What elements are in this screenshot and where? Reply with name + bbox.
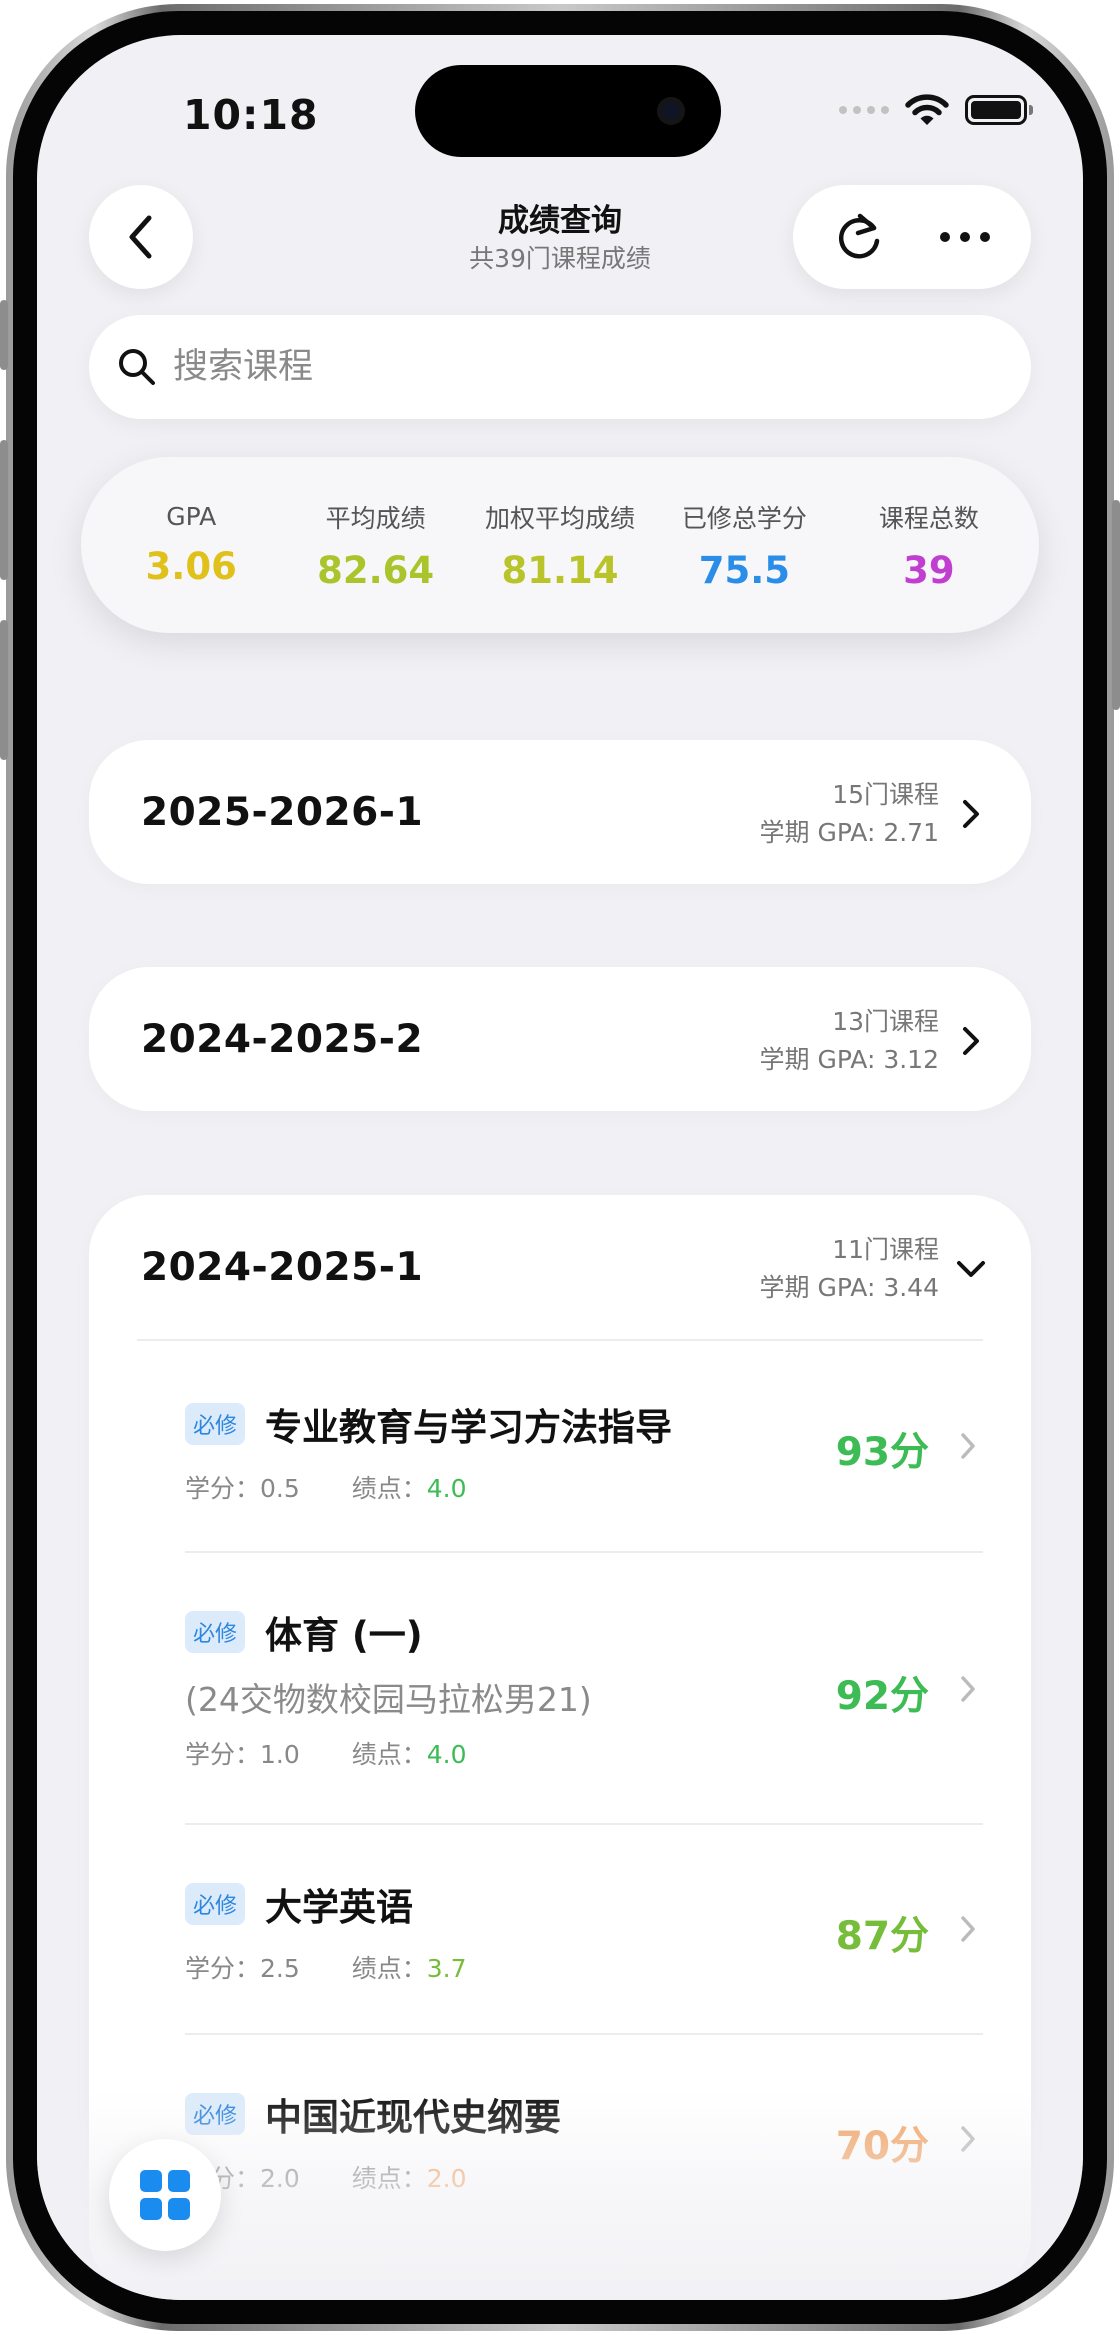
grade-point-value: 4.0 (426, 1740, 467, 1769)
credit-value: 0.5 (260, 1474, 300, 1503)
semester-header[interactable]: 2024-2025-2 13门课程 学期 GPA: 3.12 (89, 967, 1031, 1113)
stat-value: 75.5 (698, 548, 791, 592)
cellular-signal-icon (839, 106, 889, 114)
power-button (1112, 500, 1120, 710)
stat-label: GPA (166, 502, 217, 531)
course-row[interactable]: 必修 体育 (一) (24交物数校园马拉松男21) 学分：1.0 绩点：4.0 … (185, 1553, 983, 1825)
course-score: 92分 (835, 1674, 929, 1719)
stat-weighted-average: 加权平均成绩 81.14 (468, 499, 652, 592)
phone-bezel: 10:18 成绩查询 共39门课程成绩 搜索课程 GPA 3.06 平均成绩 8… (13, 11, 1107, 2324)
chevron-right-icon (953, 1426, 983, 1466)
refresh-icon (838, 213, 879, 259)
stat-value: 81.14 (501, 548, 619, 592)
grade-point-value: 2.0 (426, 2164, 467, 2193)
course-type-badge: 必修 (185, 1403, 246, 1445)
credit-value: 2.5 (260, 1954, 300, 1983)
chevron-right-icon (951, 794, 991, 834)
semester-name: 2025-2026-1 (141, 790, 424, 835)
semester-meta: 15门课程 学期 GPA: 2.71 (760, 776, 940, 852)
semester-course-count: 13门课程 (832, 1007, 939, 1036)
course-name: 大学英语 (265, 1886, 414, 1929)
refresh-button[interactable] (818, 195, 902, 279)
credit-value: 2.0 (260, 2164, 300, 2193)
stat-value: 39 (903, 548, 955, 592)
semester-name: 2024-2025-2 (141, 1017, 424, 1062)
battery-icon (965, 95, 1033, 125)
stat-total-credits: 已修总学分 75.5 (652, 499, 836, 592)
phone-frame: 10:18 成绩查询 共39门课程成绩 搜索课程 GPA 3.06 平均成绩 8… (6, 4, 1114, 2331)
stat-label: 已修总学分 (681, 503, 807, 533)
app-screen: 10:18 成绩查询 共39门课程成绩 搜索课程 GPA 3.06 平均成绩 8… (37, 35, 1083, 2300)
credit-value: 1.0 (260, 1740, 300, 1769)
wifi-icon (905, 94, 949, 125)
semester-gpa: 学期 GPA: 3.44 (759, 1273, 940, 1302)
course-meta: 学分：1.0 绩点：4.0 (185, 1735, 983, 1771)
course-row[interactable]: 必修 专业教育与学习方法指导 学分：0.5 绩点：4.0 93分 (185, 1341, 983, 1553)
semester-card[interactable]: 2024-2025-2 13门课程 学期 GPA: 3.12 (89, 967, 1031, 1111)
grade-point-label: 绩点： (351, 1740, 427, 1769)
camera-icon (657, 97, 685, 125)
semester-meta: 11门课程 学期 GPA: 3.44 (760, 1231, 940, 1307)
stats-summary: GPA 3.06 平均成绩 82.64 加权平均成绩 81.14 已修总学分 7… (81, 457, 1039, 633)
semester-gpa: 学期 GPA: 2.71 (759, 818, 940, 847)
status-icons (839, 93, 1033, 127)
course-type-badge: 必修 (185, 1883, 246, 1925)
grade-point-value: 3.7 (426, 1954, 467, 1983)
chevron-down-icon (951, 1249, 991, 1289)
semester-meta: 13门课程 学期 GPA: 3.12 (760, 1003, 940, 1079)
course-row[interactable]: 必修 大学英语 学分：2.5 绩点：3.7 87分 (185, 1825, 983, 2035)
volume-down-button (0, 620, 8, 760)
grade-point-value: 4.0 (426, 1474, 467, 1503)
grid-icon (140, 2170, 190, 2220)
stat-value: 82.64 (317, 548, 435, 592)
semester-course-count: 15门课程 (832, 780, 939, 809)
stat-label: 课程总数 (878, 503, 979, 533)
grade-point-label: 绩点： (351, 2164, 427, 2193)
semester-header[interactable]: 2025-2026-1 15门课程 学期 GPA: 2.71 (89, 740, 1031, 886)
ellipsis-icon (939, 232, 990, 242)
stat-label: 加权平均成绩 (485, 503, 636, 533)
grid-menu-button[interactable] (109, 2139, 221, 2251)
semester-header[interactable]: 2024-2025-1 11门课程 学期 GPA: 3.44 (89, 1195, 1031, 1339)
search-input[interactable] (173, 347, 933, 387)
course-type-badge: 必修 (185, 1611, 246, 1653)
silent-switch (0, 300, 8, 370)
semester-card[interactable]: 2025-2026-1 15门课程 学期 GPA: 2.71 (89, 740, 1031, 884)
semester-gpa: 学期 GPA: 3.12 (759, 1045, 940, 1074)
course-score: 70分 (835, 2124, 929, 2169)
chevron-right-icon (953, 1909, 983, 1949)
more-button[interactable] (923, 195, 1007, 279)
stat-average-score: 平均成绩 82.64 (283, 499, 467, 592)
credit-label: 学分： (185, 1954, 261, 1983)
course-name: 体育 (一) (265, 1614, 423, 1657)
dynamic-island (415, 65, 721, 157)
stat-course-count: 课程总数 39 (837, 499, 1021, 592)
search-icon (119, 349, 155, 385)
credit-label: 学分： (185, 1474, 261, 1503)
course-score: 87分 (835, 1914, 929, 1959)
grade-point-label: 绩点： (351, 1474, 427, 1503)
status-time: 10:18 (183, 91, 319, 139)
semester-course-count: 11门课程 (832, 1235, 939, 1264)
credit-label: 学分： (185, 1740, 261, 1769)
semester-card-expanded: 2024-2025-1 11门课程 学期 GPA: 3.44 必修 专业教育与学… (89, 1195, 1031, 2295)
nav-action-group (793, 185, 1031, 289)
course-name: 中国近现代史纲要 (265, 2096, 562, 2139)
course-type-badge: 必修 (185, 2093, 246, 2135)
course-score: 93分 (835, 1430, 929, 1475)
grade-point-label: 绩点： (351, 1954, 427, 1983)
course-row[interactable]: 必修 中国近现代史纲要 学分：2.0 绩点：2.0 70分 (185, 2035, 983, 2235)
chevron-right-icon (951, 1021, 991, 1061)
course-name: 专业教育与学习方法指导 (265, 1406, 673, 1449)
chevron-right-icon (953, 2119, 983, 2159)
semester-name: 2024-2025-1 (141, 1245, 424, 1290)
stat-gpa: GPA 3.06 (99, 502, 283, 588)
stat-value: 3.06 (145, 545, 237, 588)
chevron-right-icon (953, 1669, 983, 1709)
volume-up-button (0, 440, 8, 580)
stat-label: 平均成绩 (325, 503, 426, 533)
search-bar[interactable] (89, 315, 1031, 419)
